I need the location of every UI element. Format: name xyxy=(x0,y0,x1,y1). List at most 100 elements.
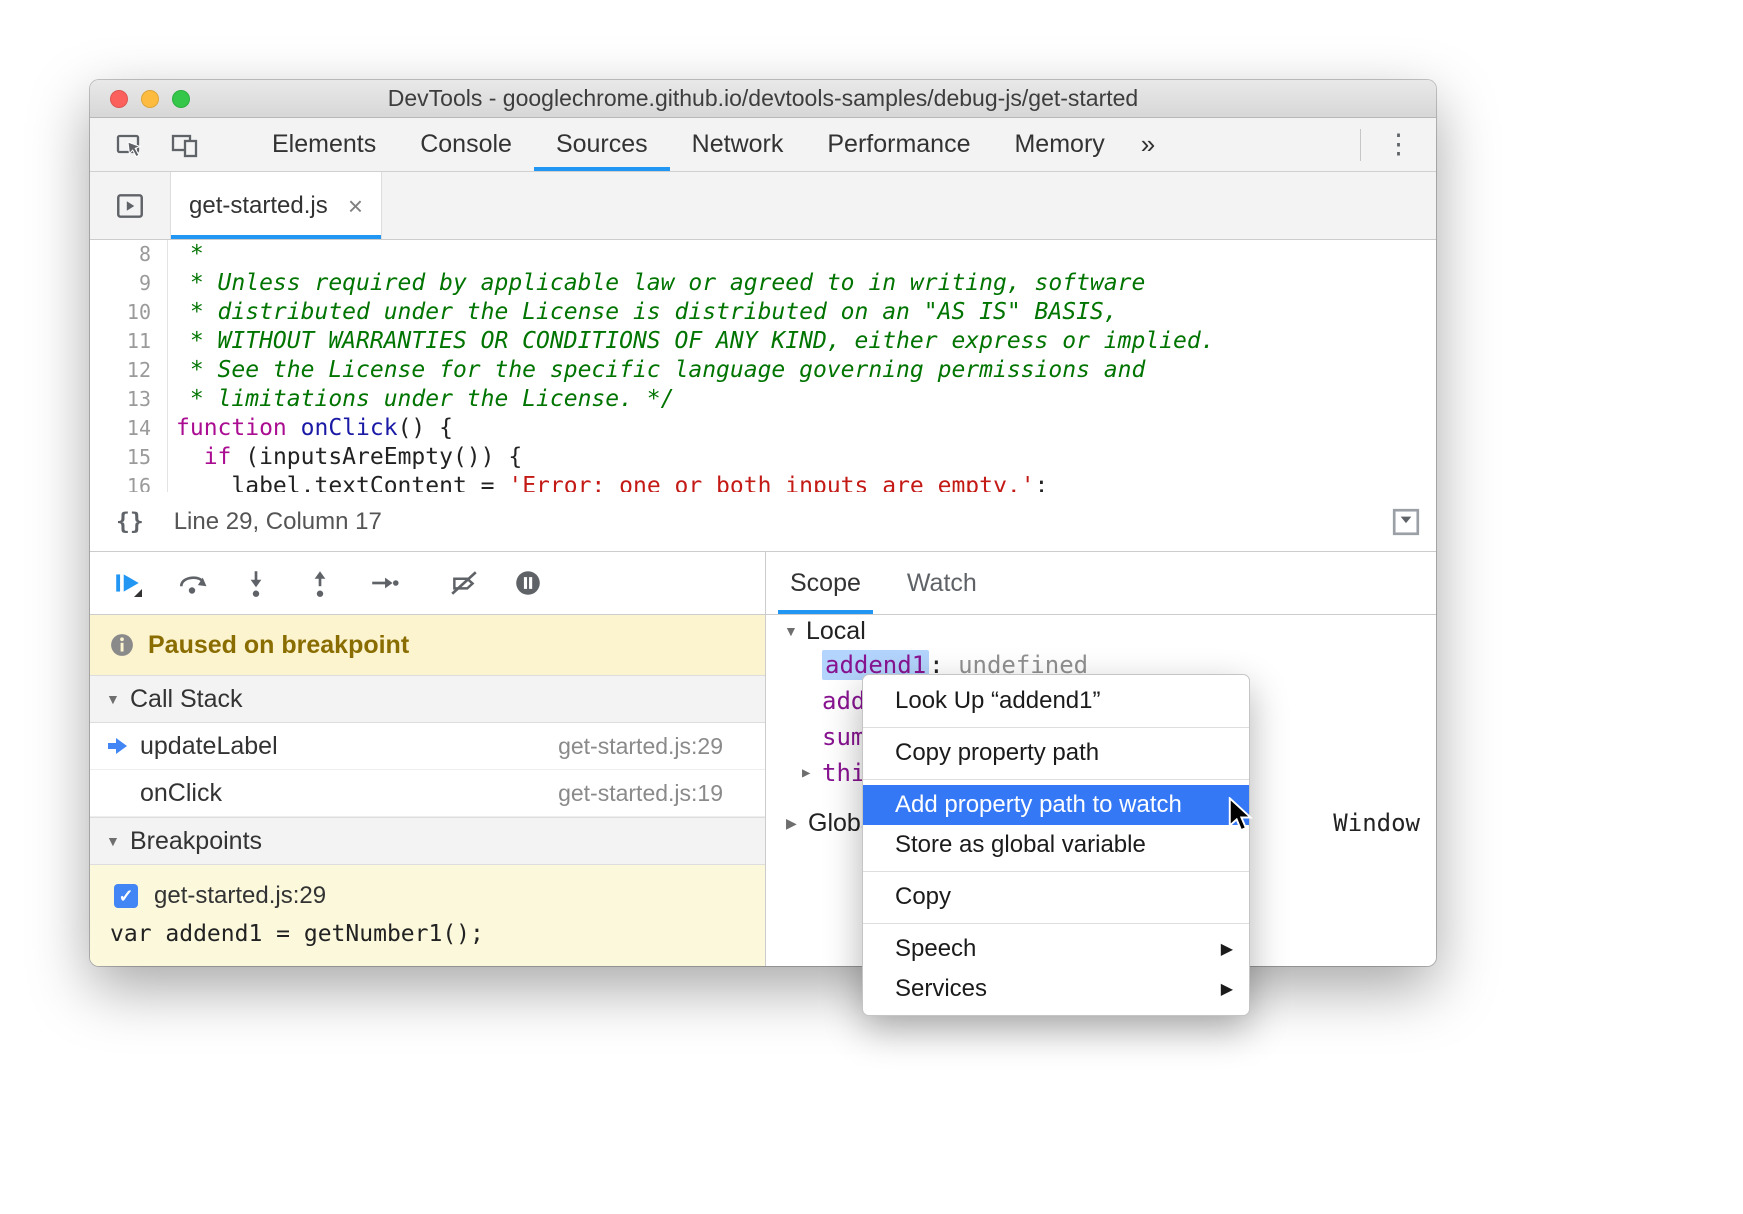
paused-banner: Paused on breakpoint xyxy=(90,615,765,675)
more-tabs-button[interactable]: » xyxy=(1127,118,1169,171)
tab-elements[interactable]: Elements xyxy=(250,118,398,171)
chevron-double-icon: » xyxy=(1141,129,1155,160)
breakpoints-header[interactable]: ▼ Breakpoints xyxy=(90,817,765,865)
file-tab-get-started[interactable]: get-started.js × xyxy=(170,172,382,239)
tab-label: Watch xyxy=(907,569,977,598)
code-editor: 8 9 10 11 12 13 14 15 16 * * Unless requ… xyxy=(90,240,1436,492)
long-press-indicator xyxy=(134,589,142,597)
resume-script-button[interactable] xyxy=(112,567,144,599)
tab-scope[interactable]: Scope xyxy=(778,552,873,614)
breakpoint-code-snippet[interactable]: var addend1 = getNumber1(); xyxy=(90,921,765,947)
toggle-drawer-button[interactable] xyxy=(1390,506,1422,538)
chevron-right-icon: ▶ xyxy=(802,765,816,781)
breakpoints-title: Breakpoints xyxy=(130,827,262,856)
close-window-button[interactable] xyxy=(110,90,128,108)
submenu-arrow-icon: ▶ xyxy=(1221,979,1233,999)
code-keyword: if xyxy=(204,444,232,470)
pretty-print-button[interactable]: {} xyxy=(116,509,144,535)
device-toolbar-button[interactable] xyxy=(168,128,202,162)
code-keyword: function xyxy=(176,415,301,441)
step-out-icon xyxy=(305,568,335,598)
menu-item-look-up[interactable]: Look Up “addend1” xyxy=(863,681,1249,721)
code-text xyxy=(176,444,204,470)
debug-toolbar xyxy=(90,552,765,615)
menu-item-label: Store as global variable xyxy=(895,831,1146,859)
tab-network[interactable]: Network xyxy=(670,118,806,171)
chevron-right-icon: ▶ xyxy=(786,815,800,832)
zoom-window-button[interactable] xyxy=(172,90,190,108)
scope-local-section[interactable]: ▼ Local xyxy=(766,615,1436,647)
tab-memory[interactable]: Memory xyxy=(992,118,1126,171)
call-stack-header[interactable]: ▼ Call Stack xyxy=(90,675,765,723)
line-number[interactable]: 15 xyxy=(90,443,151,472)
menu-divider xyxy=(863,923,1249,924)
line-number[interactable]: 16 xyxy=(90,472,151,492)
line-number[interactable]: 11 xyxy=(90,327,151,356)
code-text: ; xyxy=(1035,473,1049,492)
menu-item-label: Services xyxy=(895,975,987,1003)
chevron-down-icon: ▼ xyxy=(784,623,798,639)
menu-item-copy[interactable]: Copy xyxy=(863,877,1249,917)
tab-watch[interactable]: Watch xyxy=(895,552,989,614)
step-out-button[interactable] xyxy=(304,567,336,599)
line-number[interactable]: 14 xyxy=(90,414,151,443)
editor-gutter: 8 9 10 11 12 13 14 15 16 xyxy=(90,240,168,492)
current-frame-arrow-icon xyxy=(106,733,130,759)
line-number[interactable]: 12 xyxy=(90,356,151,385)
code-line-8: * xyxy=(176,240,1436,269)
deactivate-breakpoints-button[interactable] xyxy=(448,567,480,599)
code-line-12: * See the License for the specific langu… xyxy=(176,356,1436,385)
step-icon xyxy=(369,568,399,598)
show-navigator-button[interactable] xyxy=(90,172,170,239)
code-text: () { xyxy=(398,415,453,441)
menu-item-services[interactable]: Services ▶ xyxy=(863,969,1249,1009)
info-icon xyxy=(110,633,134,657)
code-text: label.textContent = xyxy=(176,473,508,492)
line-number[interactable]: 9 xyxy=(90,269,151,298)
code-line-11: * WITHOUT WARRANTIES OR CONDITIONS OF AN… xyxy=(176,327,1436,356)
step-button[interactable] xyxy=(368,567,400,599)
menu-item-speech[interactable]: Speech▶ xyxy=(863,929,1249,969)
context-menu: Look Up “addend1” Copy property path Add… xyxy=(862,674,1250,1016)
close-file-tab-icon[interactable]: × xyxy=(348,193,363,219)
line-number[interactable]: 10 xyxy=(90,298,151,327)
frame-marker-placeholder xyxy=(106,780,130,806)
breakpoint-entry[interactable]: ✓ get-started.js:29 var addend1 = getNum… xyxy=(90,865,765,966)
tab-label: Elements xyxy=(272,130,376,159)
mouse-cursor xyxy=(1228,797,1258,833)
titlebar: DevTools - googlechrome.github.io/devtoo… xyxy=(90,80,1436,118)
menu-item-label: Copy property path xyxy=(895,739,1099,767)
code-line-10: * distributed under the License is distr… xyxy=(176,298,1436,327)
menu-item-copy-property-path[interactable]: Copy property path xyxy=(863,733,1249,773)
menu-item-label: Copy xyxy=(895,883,951,911)
menu-divider xyxy=(863,727,1249,728)
tab-label: Memory xyxy=(1014,130,1104,159)
step-into-icon xyxy=(241,568,271,598)
breakpoint-checkbox[interactable]: ✓ xyxy=(114,884,138,908)
tab-label: Performance xyxy=(827,130,970,159)
toolbar-divider xyxy=(1360,129,1361,161)
menu-item-store-as-global-variable[interactable]: Store as global variable xyxy=(863,825,1249,865)
pause-on-exceptions-button[interactable] xyxy=(512,567,544,599)
devtools-menu-button[interactable]: ⋮ xyxy=(1379,129,1418,160)
tab-console[interactable]: Console xyxy=(398,118,534,171)
stack-frame-updatelabel[interactable]: updateLabel get-started.js:29 xyxy=(90,723,765,770)
stack-frame-onclick[interactable]: onClick get-started.js:19 xyxy=(90,770,765,817)
line-number[interactable]: 8 xyxy=(90,240,151,269)
breakpoint-row[interactable]: ✓ get-started.js:29 xyxy=(90,875,765,917)
pause-on-exceptions-icon xyxy=(513,568,543,598)
line-number[interactable]: 13 xyxy=(90,385,151,414)
step-over-button[interactable] xyxy=(176,567,208,599)
code-line-9: * Unless required by applicable law or a… xyxy=(176,269,1436,298)
frame-function: onClick xyxy=(140,779,222,808)
breakpoint-location: get-started.js:29 xyxy=(154,882,326,910)
debugger-left-pane: Paused on breakpoint ▼ Call Stack update… xyxy=(90,552,766,966)
traffic-lights xyxy=(110,90,190,108)
step-into-button[interactable] xyxy=(240,567,272,599)
tab-sources[interactable]: Sources xyxy=(534,118,670,171)
editor-code-area[interactable]: * * Unless required by applicable law or… xyxy=(168,240,1436,492)
tab-performance[interactable]: Performance xyxy=(805,118,992,171)
minimize-window-button[interactable] xyxy=(141,90,159,108)
menu-item-add-property-path-to-watch[interactable]: Add property path to watch xyxy=(863,785,1249,825)
inspect-element-button[interactable] xyxy=(112,128,146,162)
